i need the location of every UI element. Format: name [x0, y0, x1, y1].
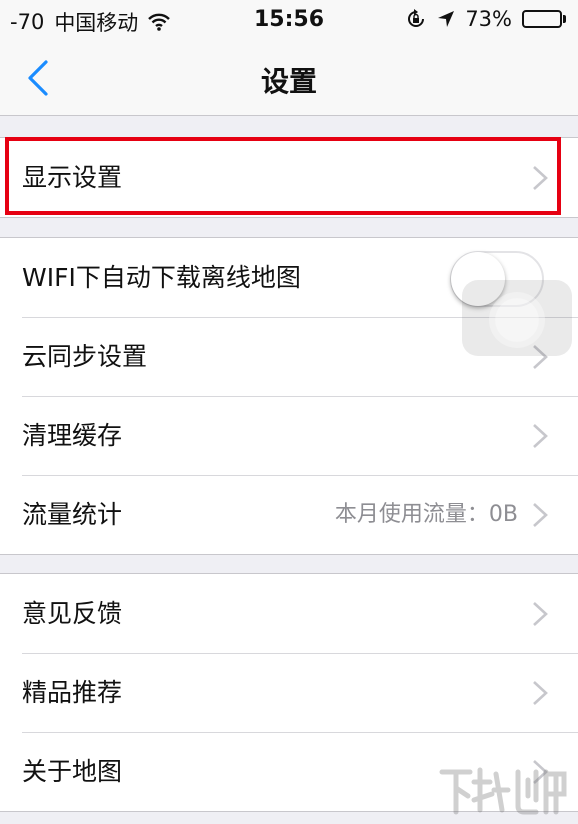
status-right: 73% [405, 7, 566, 31]
chevron-right-icon [533, 503, 548, 527]
status-bar: -70 中国移动 15:56 73% [0, 0, 578, 40]
assistive-touch-button[interactable] [462, 280, 572, 356]
row-label: 关于地图 [22, 757, 123, 786]
row-label: 流量统计 [22, 500, 123, 529]
row-label: 精品推荐 [22, 678, 123, 707]
location-arrow-icon [438, 11, 455, 27]
row-feedback[interactable]: 意见反馈 [0, 574, 578, 653]
chevron-right-icon [533, 602, 548, 626]
navigation-bar: 设置 [0, 40, 578, 116]
page-title: 设置 [260, 65, 317, 98]
watermark-logo [439, 767, 567, 815]
highlight-annotation-box [5, 137, 561, 215]
row-clear-cache[interactable]: 清理缓存 [0, 396, 578, 475]
row-label: 意见反馈 [22, 599, 123, 628]
chevron-right-icon [533, 681, 548, 705]
battery-percent: 73% [465, 7, 512, 31]
assistive-touch-icon [495, 298, 539, 342]
row-label: 清理缓存 [22, 421, 123, 450]
row-traffic-stats[interactable]: 流量统计 本月使用流量：0B [0, 475, 578, 554]
battery-icon [522, 10, 566, 28]
row-label: WIFI下自动下载离线地图 [22, 263, 301, 292]
row-label: 云同步设置 [22, 342, 148, 371]
traffic-usage-value: 本月使用流量：0B [334, 502, 518, 527]
row-recommended-apps[interactable]: 精品推荐 [0, 653, 578, 732]
orientation-lock-icon [408, 9, 425, 27]
chevron-right-icon [533, 424, 548, 448]
